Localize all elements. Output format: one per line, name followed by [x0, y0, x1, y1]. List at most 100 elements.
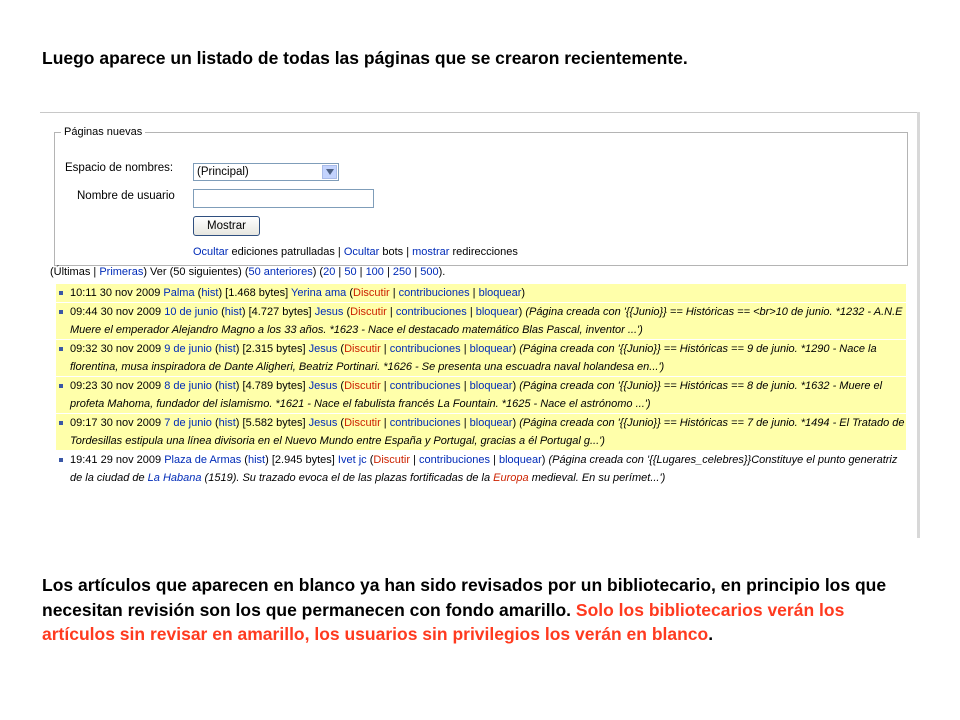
entry-size: [2.315 bytes] — [242, 343, 306, 355]
hide-patrolled-link[interactable]: Ocultar — [193, 246, 228, 258]
caption-text: . — [708, 624, 714, 644]
entry-talk-link[interactable]: Discutir — [344, 343, 381, 355]
namespace-select[interactable]: (Principal) — [193, 163, 339, 181]
entry-talk-link[interactable]: Discutir — [350, 306, 387, 318]
list-item: 10:11 30 nov 2009 Palma (hist) [1.468 by… — [56, 284, 906, 302]
entry-title-link[interactable]: 8 de junio — [164, 380, 212, 392]
entry-time: 19:41 29 nov 2009 — [70, 454, 162, 466]
entry-size: [5.582 bytes] — [242, 417, 306, 429]
entry-contribs-link[interactable]: contribuciones — [390, 343, 461, 355]
new-pages-form: Páginas nuevas Espacio de nombres: (Prin… — [54, 126, 908, 266]
show-button[interactable]: Mostrar — [193, 216, 260, 236]
entry-user-link[interactable]: Jesus — [309, 417, 338, 429]
limit-500-link[interactable]: 500 — [420, 266, 438, 278]
list-item: 09:32 30 nov 2009 9 de junio (hist) [2.3… — [56, 340, 906, 376]
entry-time: 09:17 30 nov 2009 — [70, 417, 162, 429]
first-link[interactable]: Primeras — [99, 266, 143, 278]
bullet-icon — [59, 291, 63, 295]
entry-talk-link[interactable]: Discutir — [344, 417, 381, 429]
list-item: 19:41 29 nov 2009 Plaza de Armas (hist) … — [56, 451, 906, 487]
bullet-icon — [59, 458, 63, 462]
entry-talk-link[interactable]: Discutir — [373, 454, 410, 466]
hide-bots-link[interactable]: Ocultar — [344, 246, 379, 258]
list-item: 09:23 30 nov 2009 8 de junio (hist) [4.7… — [56, 377, 906, 413]
entry-contribs-link[interactable]: contribuciones — [390, 380, 461, 392]
chevron-down-icon[interactable] — [322, 165, 337, 179]
list-item: 09:17 30 nov 2009 7 de junio (hist) [5.5… — [56, 414, 906, 450]
new-pages-list: 10:11 30 nov 2009 Palma (hist) [1.468 by… — [56, 284, 906, 488]
limit-50-link[interactable]: 50 — [344, 266, 356, 278]
bullet-icon — [59, 384, 63, 388]
limit-20-link[interactable]: 20 — [323, 266, 335, 278]
nav-text: | — [411, 266, 421, 278]
filter-options: Ocultar ediciones patrulladas | Ocultar … — [193, 246, 518, 258]
bullet-icon — [59, 421, 63, 425]
entry-hist-link[interactable]: hist — [219, 417, 236, 429]
entry-title-link[interactable]: 9 de junio — [164, 343, 212, 355]
entry-title-link[interactable]: Plaza de Armas — [164, 454, 241, 466]
previous-50-link[interactable]: 50 anteriores — [248, 266, 312, 278]
entry-block-link[interactable]: bloquear — [470, 380, 513, 392]
entry-contribs-link[interactable]: contribuciones — [396, 306, 467, 318]
entry-size: [2.945 bytes] — [271, 454, 335, 466]
form-legend: Páginas nuevas — [64, 126, 143, 138]
nav-text: ) ( — [312, 266, 324, 278]
entry-hist-link[interactable]: hist — [248, 454, 265, 466]
entry-time: 09:23 30 nov 2009 — [70, 380, 162, 392]
entry-time: 10:11 30 nov 2009 — [70, 287, 161, 299]
entry-user-link[interactable]: Ivet jc — [338, 454, 367, 466]
username-label: Nombre de usuario — [77, 190, 175, 202]
wiki-screenshot: Páginas nuevas Espacio de nombres: (Prin… — [40, 110, 920, 538]
show-redirects-link[interactable]: mostrar — [412, 246, 449, 258]
entry-talk-link[interactable]: Discutir — [344, 380, 381, 392]
list-item: 09:44 30 nov 2009 10 de junio (hist) [4.… — [56, 303, 906, 339]
nav-text: | — [383, 266, 393, 278]
comment-text: medieval. En su perímet...') — [528, 472, 666, 484]
screenshot-border — [40, 112, 920, 113]
nav-text: | — [335, 266, 345, 278]
entry-hist-link[interactable]: hist — [219, 380, 236, 392]
limit-250-link[interactable]: 250 — [393, 266, 411, 278]
la-habana-link[interactable]: La Habana — [148, 472, 202, 484]
entry-talk-link[interactable]: Discutir — [353, 287, 390, 299]
entry-hist-link[interactable]: hist — [201, 287, 218, 299]
nav-text: ). — [438, 266, 446, 278]
entry-size: [4.727 bytes] — [248, 306, 312, 318]
comment-text: (1519). Su trazado evoca el de las plaza… — [201, 472, 494, 484]
entry-block-link[interactable]: bloquear — [470, 343, 513, 355]
entry-title-link[interactable]: 10 de junio — [164, 306, 218, 318]
entry-block-link[interactable]: bloquear — [499, 454, 542, 466]
options-text: bots | — [379, 246, 413, 258]
limit-100-link[interactable]: 100 — [366, 266, 384, 278]
slide-heading: Luego aparece un listado de todas las pá… — [42, 48, 688, 68]
entry-user-link[interactable]: Jesus — [315, 306, 344, 318]
pagination-nav: (Últimas | Primeras) Ver (50 siguientes)… — [50, 266, 445, 278]
options-text: ediciones patrulladas | — [228, 246, 344, 258]
entry-contribs-link[interactable]: contribuciones — [419, 454, 490, 466]
screenshot-scroll-edge — [917, 112, 920, 538]
namespace-select-value: (Principal) — [197, 166, 249, 178]
namespace-label: Espacio de nombres: — [65, 162, 174, 174]
entry-user-link[interactable]: Jesus — [309, 380, 338, 392]
entry-block-link[interactable]: bloquear — [470, 417, 513, 429]
entry-title-link[interactable]: Palma — [163, 287, 194, 299]
bullet-icon — [59, 347, 63, 351]
entry-time: 09:44 30 nov 2009 — [70, 306, 162, 318]
europa-link[interactable]: Europa — [493, 472, 528, 484]
entry-block-link[interactable]: bloquear — [476, 306, 519, 318]
entry-hist-link[interactable]: hist — [219, 343, 236, 355]
entry-size: [4.789 bytes] — [242, 380, 306, 392]
nav-text: (Últimas | — [50, 266, 100, 278]
entry-contribs-link[interactable]: contribuciones — [399, 287, 470, 299]
entry-hist-link[interactable]: hist — [225, 306, 242, 318]
entry-user-link[interactable]: Jesus — [309, 343, 338, 355]
nav-text: | — [356, 266, 366, 278]
options-text: redirecciones — [449, 246, 518, 258]
entry-user-link[interactable]: Yerina ama — [291, 287, 346, 299]
entry-contribs-link[interactable]: contribuciones — [390, 417, 461, 429]
entry-title-link[interactable]: 7 de junio — [164, 417, 212, 429]
entry-time: 09:32 30 nov 2009 — [70, 343, 162, 355]
entry-block-link[interactable]: bloquear — [479, 287, 522, 299]
slide-caption: Los artículos que aparecen en blanco ya … — [42, 573, 922, 647]
username-input[interactable] — [193, 189, 374, 208]
